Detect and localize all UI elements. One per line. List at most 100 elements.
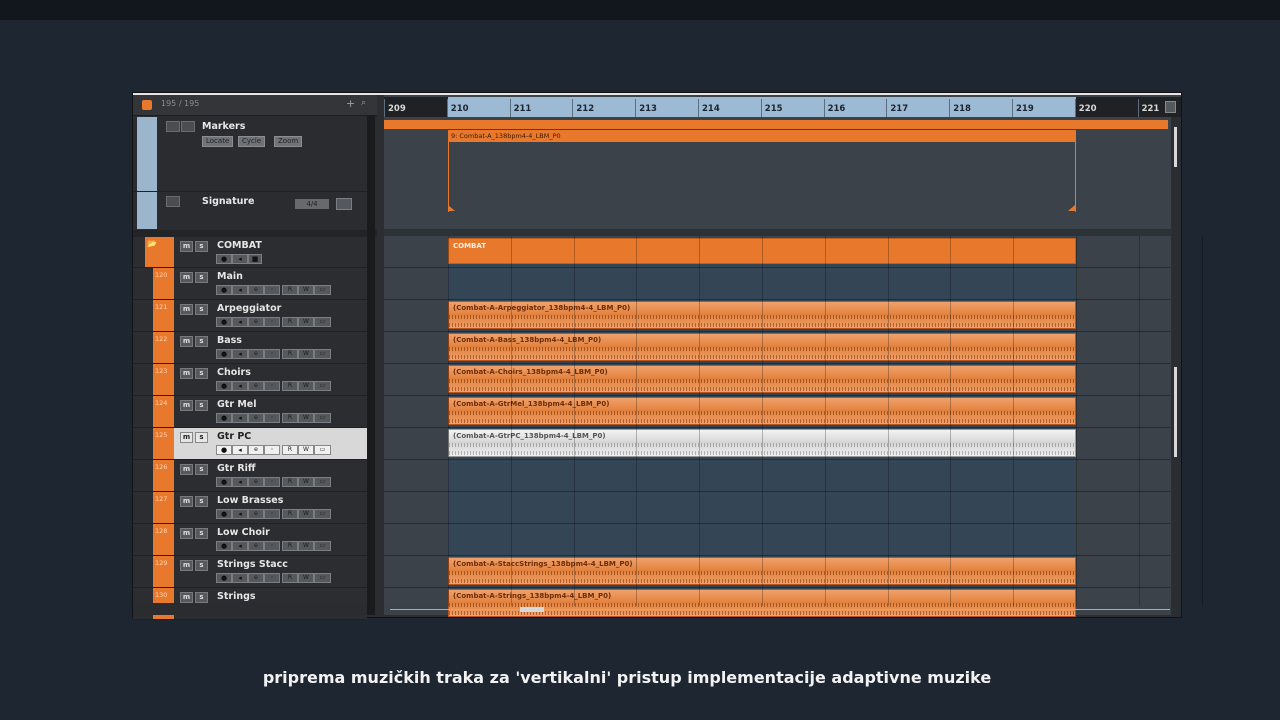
- write-button[interactable]: W: [298, 413, 314, 423]
- cycle-button[interactable]: Cycle: [238, 136, 266, 147]
- solo-button[interactable]: s: [195, 368, 208, 379]
- read-button[interactable]: R: [282, 285, 298, 295]
- search-icon[interactable]: ⌕: [361, 98, 366, 108]
- freeze-button[interactable]: ◦: [264, 381, 280, 391]
- write-button[interactable]: W: [298, 477, 314, 487]
- solo-button[interactable]: s: [195, 592, 208, 603]
- freeze-button[interactable]: ◦: [264, 445, 280, 455]
- record-button[interactable]: ●: [216, 285, 232, 295]
- write-button[interactable]: W: [298, 349, 314, 359]
- inserts-button[interactable]: ▭: [314, 413, 331, 423]
- record-button[interactable]: ●: [216, 445, 232, 455]
- zoom-button[interactable]: Zoom: [274, 136, 303, 147]
- folder-stop-button[interactable]: ■: [248, 254, 262, 264]
- track-list-scrollbar[interactable]: [367, 115, 375, 615]
- record-button[interactable]: ●: [216, 381, 232, 391]
- track-row[interactable]: 124 m s Gtr Mel ● ◂ e ◦ R W ▭: [133, 396, 367, 428]
- marker-lock-icon[interactable]: [181, 121, 195, 132]
- read-button[interactable]: R: [282, 349, 298, 359]
- edit-button[interactable]: e: [248, 445, 264, 455]
- mute-button[interactable]: m: [180, 528, 193, 539]
- track-row[interactable]: 125 m s Gtr PC ● ◂ e ◦ R W ▭: [133, 428, 367, 460]
- track-header[interactable]: m s Main ● ◂ e ◦ R W ▭: [174, 268, 367, 299]
- mute-button[interactable]: m: [180, 272, 193, 283]
- read-button[interactable]: R: [282, 573, 298, 583]
- mute-button[interactable]: m: [180, 368, 193, 379]
- lane-divider[interactable]: [384, 229, 1181, 236]
- record-button[interactable]: ●: [216, 349, 232, 359]
- edit-button[interactable]: e: [248, 477, 264, 487]
- monitor-button[interactable]: ◂: [232, 349, 248, 359]
- edit-button[interactable]: e: [248, 509, 264, 519]
- edit-button[interactable]: e: [248, 541, 264, 551]
- locate-button[interactable]: Locate: [202, 136, 234, 147]
- freeze-button[interactable]: ◦: [264, 573, 280, 583]
- record-button[interactable]: ●: [216, 477, 232, 487]
- mute-button[interactable]: m: [180, 592, 193, 603]
- cycle-marker-band[interactable]: [384, 120, 1168, 129]
- monitor-button[interactable]: ◂: [232, 285, 248, 295]
- record-button[interactable]: ●: [216, 413, 232, 423]
- track-header[interactable]: m s Gtr PC ● ◂ e ◦ R W ▭: [174, 428, 367, 459]
- inserts-button[interactable]: ▭: [314, 317, 331, 327]
- zoom-thumb[interactable]: [1174, 127, 1177, 167]
- signature-edit-icon[interactable]: [336, 198, 352, 210]
- cycle-marker-event[interactable]: 9: Combat-A_138bpm4-4_LBM_P0: [448, 130, 1076, 142]
- track-lanes[interactable]: COMBAT (Combat-A-Arpeggiator_138bpm4-4_LB…: [384, 236, 1203, 617]
- write-button[interactable]: W: [298, 445, 314, 455]
- freeze-button[interactable]: ◦: [264, 541, 280, 551]
- write-button[interactable]: W: [298, 573, 314, 583]
- write-button[interactable]: W: [298, 541, 314, 551]
- mute-button[interactable]: m: [180, 560, 193, 571]
- mute-button[interactable]: m: [180, 241, 193, 252]
- monitor-button[interactable]: ◂: [232, 254, 248, 264]
- track-row[interactable]: 126 m s Gtr Riff ● ◂ e ◦ R W ▭: [133, 460, 367, 492]
- record-button[interactable]: ●: [216, 317, 232, 327]
- record-button[interactable]: ●: [216, 541, 232, 551]
- solo-button[interactable]: s: [195, 400, 208, 411]
- write-button[interactable]: W: [298, 509, 314, 519]
- solo-button[interactable]: s: [195, 336, 208, 347]
- monitor-button[interactable]: ◂: [232, 317, 248, 327]
- vertical-scrollbar[interactable]: [1171, 117, 1181, 615]
- read-button[interactable]: R: [282, 317, 298, 327]
- freeze-button[interactable]: ◦: [264, 509, 280, 519]
- horizontal-scroll-thumb[interactable]: [520, 607, 544, 612]
- track-row[interactable]: m s COMBAT ● ◂ ■ 📂: [133, 237, 367, 268]
- track-row[interactable]: 127 m s Low Brasses ● ◂ e ◦ R W ▭: [133, 492, 367, 524]
- track-header[interactable]: m s Gtr Mel ● ◂ e ◦ R W ▭: [174, 396, 367, 427]
- read-button[interactable]: R: [282, 509, 298, 519]
- mute-button[interactable]: m: [180, 432, 193, 443]
- read-button[interactable]: R: [282, 477, 298, 487]
- edit-button[interactable]: e: [248, 317, 264, 327]
- monitor-button[interactable]: ◂: [232, 445, 248, 455]
- mute-button[interactable]: m: [180, 304, 193, 315]
- mute-button[interactable]: m: [180, 400, 193, 411]
- track-header[interactable]: m s Choirs ● ◂ e ◦ R W ▭: [174, 364, 367, 395]
- read-button[interactable]: R: [282, 445, 298, 455]
- inserts-button[interactable]: ▭: [314, 349, 331, 359]
- solo-button[interactable]: s: [195, 528, 208, 539]
- write-button[interactable]: W: [298, 317, 314, 327]
- freeze-button[interactable]: ◦: [264, 477, 280, 487]
- marker-start-handle[interactable]: [448, 205, 455, 211]
- horizontal-scrollbar[interactable]: [390, 606, 1170, 612]
- solo-button[interactable]: s: [195, 432, 208, 443]
- edit-button[interactable]: e: [248, 349, 264, 359]
- markers-track[interactable]: Markers Locate Cycle Zoom: [133, 117, 373, 191]
- plus-icon[interactable]: +: [346, 97, 355, 110]
- signature-mute-icon[interactable]: [166, 196, 180, 207]
- track-header[interactable]: m s Low Brasses ● ◂ e ◦ R W ▭: [174, 492, 367, 523]
- edit-button[interactable]: e: [248, 381, 264, 391]
- freeze-button[interactable]: ◦: [264, 413, 280, 423]
- inserts-button[interactable]: ▭: [314, 541, 331, 551]
- read-button[interactable]: R: [282, 381, 298, 391]
- timeline-ruler[interactable]: 209 210 211 212 213 214 215 216 217 218 219 220 221: [384, 97, 1181, 117]
- inserts-button[interactable]: ▭: [314, 573, 331, 583]
- monitor-button[interactable]: ◂: [232, 381, 248, 391]
- edit-button[interactable]: e: [248, 573, 264, 583]
- solo-button[interactable]: s: [195, 304, 208, 315]
- freeze-button[interactable]: ◦: [264, 285, 280, 295]
- inserts-button[interactable]: ▭: [314, 445, 331, 455]
- freeze-button[interactable]: ◦: [264, 317, 280, 327]
